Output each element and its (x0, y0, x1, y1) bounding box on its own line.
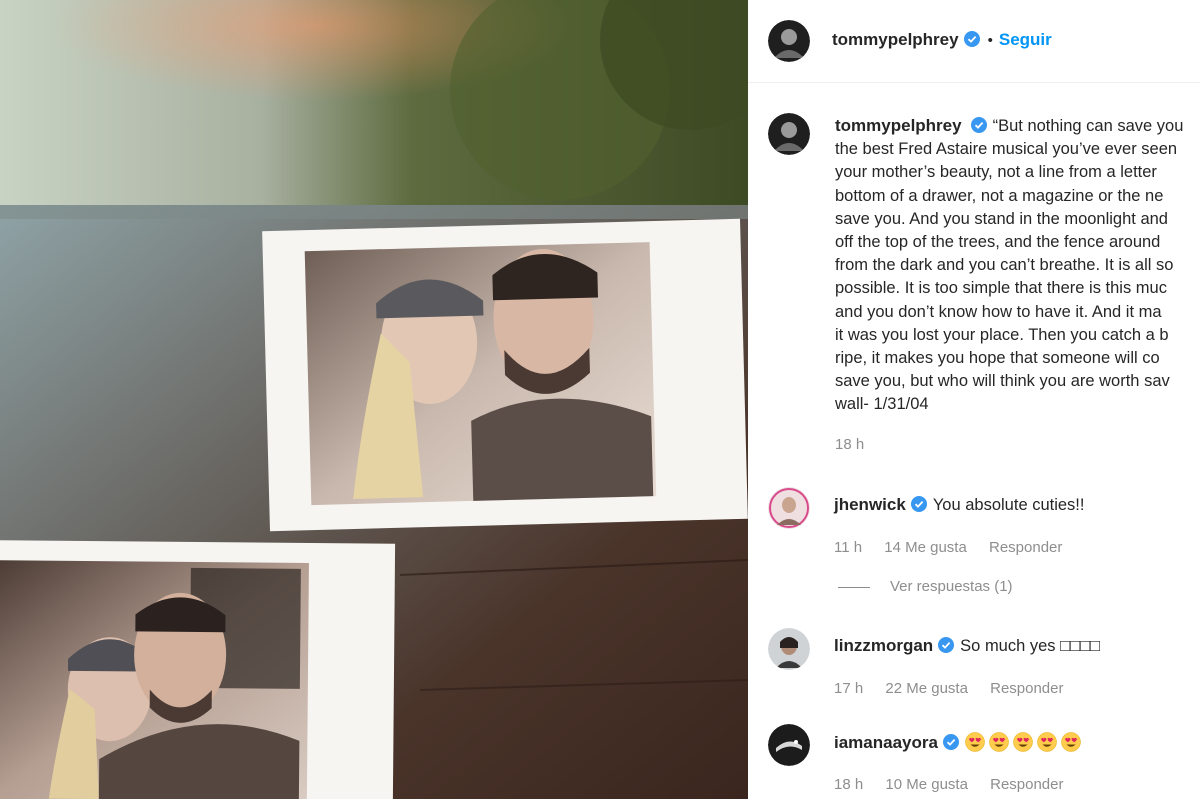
reply-button[interactable]: Responder (990, 776, 1063, 793)
post-image (0, 0, 748, 799)
comment-body: iamanaayora (834, 732, 1085, 753)
comment-time[interactable]: 18 h (834, 776, 863, 793)
reply-button[interactable]: Responder (989, 539, 1062, 556)
view-replies-label: Ver respuestas (1) (890, 578, 1013, 595)
view-replies-button[interactable]: Ver respuestas (1) (838, 578, 1013, 595)
caption-avatar[interactable] (768, 113, 810, 155)
caption-text-block: tommypelphrey “But nothing can save you t… (835, 114, 1200, 417)
comment-time[interactable]: 17 h (834, 680, 863, 697)
header-line: tommypelphrey • Seguir (832, 30, 1052, 50)
comment-text: You absolute cuties!! (932, 496, 1085, 514)
verified-badge-icon (938, 637, 955, 653)
verified-badge-icon (910, 496, 927, 512)
author-avatar[interactable] (768, 20, 810, 62)
heart-eyes-emoji-icon (1061, 732, 1081, 752)
comment-meta: 18 h 10 Me gusta Responder (834, 776, 1082, 793)
commenter-avatar[interactable] (768, 487, 810, 529)
post-photo[interactable] (0, 0, 748, 799)
verified-badge-icon (963, 31, 980, 47)
comment-username[interactable]: jhenwick (834, 495, 906, 514)
follow-button[interactable]: Seguir (999, 30, 1052, 49)
heart-eyes-emoji-icon (965, 732, 985, 752)
comment-likes[interactable]: 14 Me gusta (884, 539, 967, 556)
comment-text: So much yes □□□□ (960, 637, 1100, 655)
comment-meta: 11 h 14 Me gusta Responder (834, 539, 1080, 556)
reply-button[interactable]: Responder (990, 680, 1063, 697)
replies-divider (838, 586, 870, 588)
comment-username[interactable]: linzzmorgan (834, 636, 933, 655)
comment-likes[interactable]: 10 Me gusta (885, 776, 968, 793)
heart-eyes-emoji-icon (1037, 732, 1057, 752)
post-sidebar: tommypelphrey • Seguir tommypelphrey “But n… (748, 0, 1200, 799)
comment-likes[interactable]: 22 Me gusta (885, 680, 968, 697)
separator-dot: • (987, 32, 993, 49)
caption-username[interactable]: tommypelphrey (835, 116, 962, 135)
comment-username[interactable]: iamanaayora (834, 733, 938, 752)
author-username[interactable]: tommypelphrey (832, 30, 959, 49)
commenter-avatar[interactable] (768, 724, 810, 766)
heart-eyes-emoji-icon (1013, 732, 1033, 752)
emoji-row (965, 732, 1085, 752)
caption-text: “But nothing can save you the best Fred … (835, 117, 1184, 414)
comment-time[interactable]: 11 h (834, 539, 862, 556)
post-header: tommypelphrey • Seguir (748, 0, 1200, 83)
comment-body: jhenwick You absolute cuties!! (834, 495, 1084, 515)
heart-eyes-emoji-icon (989, 732, 1009, 752)
commenter-avatar[interactable] (768, 628, 810, 670)
caption-time[interactable]: 18 h (835, 436, 864, 453)
comment-meta: 17 h 22 Me gusta Responder (834, 680, 1082, 697)
comment-body: linzzmorgan So much yes □□□□ (834, 636, 1100, 656)
verified-badge-icon (942, 734, 959, 750)
verified-badge-icon (970, 117, 987, 133)
